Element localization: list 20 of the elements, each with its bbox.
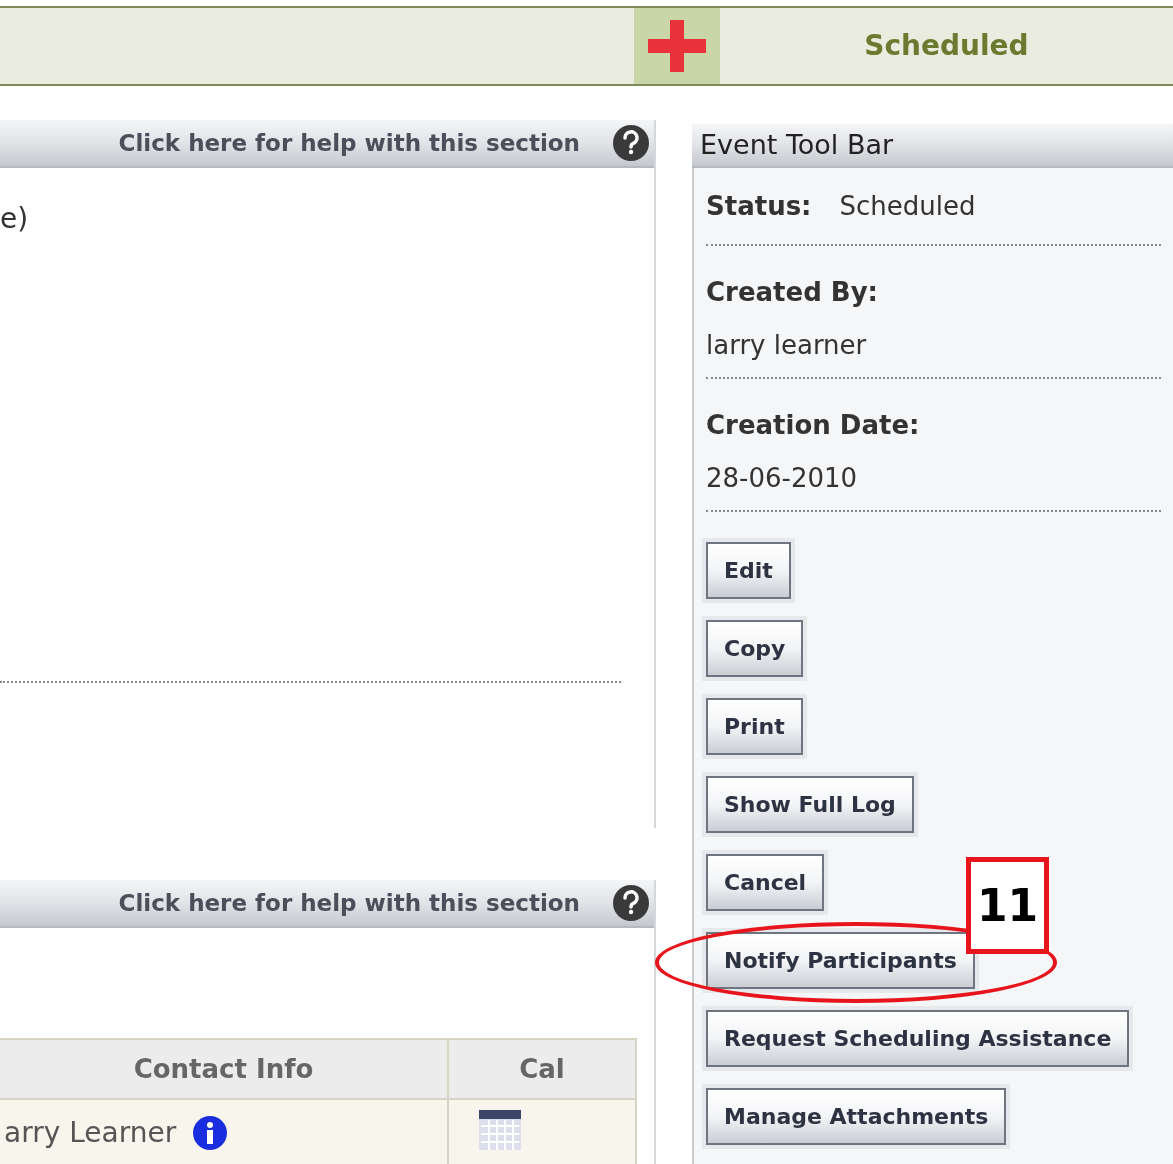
column-header: Contact Info bbox=[0, 1039, 448, 1099]
help-link[interactable]: Click here for help with this section bbox=[118, 125, 580, 161]
field-value: 28-06-2010 bbox=[706, 462, 859, 495]
add-button[interactable] bbox=[634, 8, 720, 84]
field-label: Creation Date: bbox=[706, 409, 921, 442]
info-icon[interactable] bbox=[192, 1115, 229, 1151]
toolbar-title: Event Tool Bar bbox=[700, 127, 894, 162]
event-status: Scheduled bbox=[864, 28, 1029, 64]
field-label: Created By: bbox=[706, 276, 879, 309]
field-value: Scheduled bbox=[839, 189, 976, 223]
field-label: Status: bbox=[706, 189, 812, 223]
calendar-icon[interactable] bbox=[477, 1108, 523, 1152]
help-icon[interactable] bbox=[612, 884, 650, 922]
help-icon[interactable] bbox=[612, 124, 650, 162]
plus-icon bbox=[646, 18, 708, 74]
contact-name: arry Learner bbox=[3, 1115, 177, 1151]
section-text: e) bbox=[0, 201, 30, 237]
help-link[interactable]: Click here for help with this section bbox=[118, 885, 580, 921]
field-value: larry learner bbox=[706, 329, 868, 362]
callout-number: 11 bbox=[966, 857, 1049, 954]
